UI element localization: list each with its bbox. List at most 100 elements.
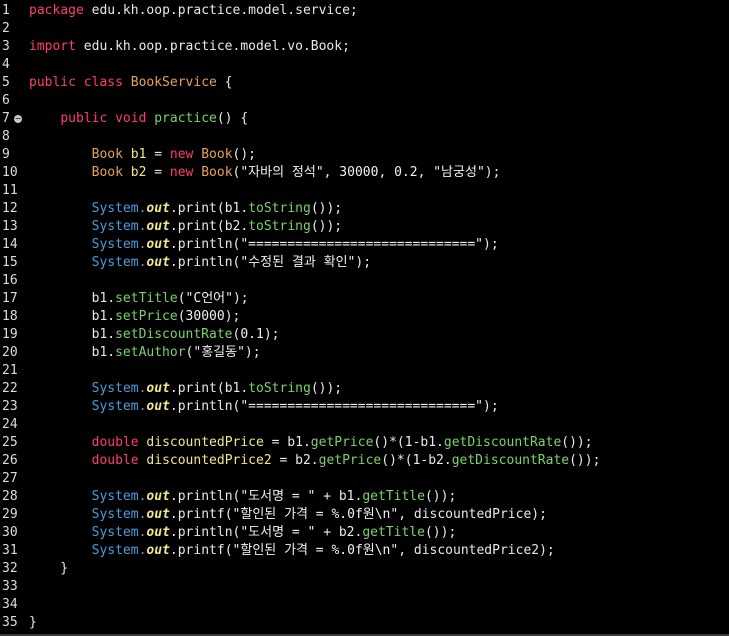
code-token: ()); bbox=[310, 219, 343, 234]
code-token: setAuthor bbox=[115, 345, 186, 360]
line-number: 8 bbox=[2, 129, 10, 144]
code-token: "=============================" bbox=[240, 237, 483, 252]
line-number: 27 bbox=[2, 471, 18, 486]
code-line[interactable] bbox=[29, 128, 729, 146]
code-editor[interactable]: 1 2 3 4 5 6 7−8 9 10 11 12 13 14 15 16 17 18 19 20 21 22 23 24… bbox=[0, 0, 729, 636]
code-line[interactable] bbox=[29, 92, 729, 110]
code-token: new bbox=[169, 165, 202, 180]
code-token: 30000 bbox=[339, 165, 379, 180]
code-token: BookService bbox=[130, 75, 217, 90]
code-line[interactable]: b1.setAuthor("홍길동"); bbox=[29, 344, 729, 362]
code-token: println bbox=[177, 489, 233, 504]
code-line[interactable] bbox=[29, 362, 729, 380]
code-token: practice bbox=[154, 111, 217, 126]
code-line[interactable] bbox=[29, 272, 729, 290]
code-token: "수정된 결과 확인" bbox=[240, 255, 356, 270]
code-token: "도서명 = " bbox=[240, 489, 316, 504]
code-token: "할인된 가격 = %.0f원\n" bbox=[232, 507, 399, 522]
line-number: 24 bbox=[2, 417, 18, 432]
code-line[interactable]: System.out.println("도서명 = " + b2.getTitl… bbox=[29, 524, 729, 542]
code-line[interactable] bbox=[29, 596, 729, 614]
code-token: "남궁성" bbox=[433, 165, 485, 180]
code-token: ()*( bbox=[373, 435, 405, 450]
line-number: 3 bbox=[2, 39, 10, 54]
line-number: 35 bbox=[2, 615, 18, 630]
code-line[interactable]: System.out.println("도서명 = " + b1.getTitl… bbox=[29, 488, 729, 506]
code-line[interactable]: System.out.print(b1.toString()); bbox=[29, 200, 729, 218]
code-line[interactable]: } bbox=[29, 560, 729, 578]
code-token: Book bbox=[201, 165, 233, 180]
code-line[interactable]: b1.setTitle("C언어"); bbox=[29, 290, 729, 308]
line-number: 19 bbox=[2, 327, 18, 342]
code-line[interactable] bbox=[29, 56, 729, 74]
code-token: System. bbox=[91, 237, 147, 252]
code-token: = b1. bbox=[263, 435, 311, 450]
code-token: out bbox=[146, 219, 170, 234]
code-area[interactable]: package edu.kh.oop.practice.model.servic… bbox=[29, 2, 729, 632]
code-line[interactable]: System.out.println("====================… bbox=[29, 236, 729, 254]
line-number: 16 bbox=[2, 273, 18, 288]
code-line[interactable]: double discountedPrice2 = b2.getPrice()*… bbox=[29, 452, 729, 470]
code-token: ); bbox=[263, 327, 280, 342]
code-line[interactable]: double discountedPrice = b1.getPrice()*(… bbox=[29, 434, 729, 452]
code-token: "홍길동" bbox=[193, 345, 245, 360]
line-number: 6 bbox=[2, 93, 10, 108]
code-line[interactable]: System.out.printf("할인된 가격 = %.0f원\n", di… bbox=[29, 506, 729, 524]
code-token: print bbox=[177, 219, 217, 234]
code-token: setTitle bbox=[115, 291, 178, 306]
code-token: toString bbox=[248, 219, 311, 234]
code-token: . bbox=[169, 219, 178, 234]
code-line[interactable]: package edu.kh.oop.practice.model.servic… bbox=[29, 2, 729, 20]
code-line[interactable] bbox=[29, 20, 729, 38]
code-token: out bbox=[146, 237, 170, 252]
code-line[interactable]: b1.setPrice(30000); bbox=[29, 308, 729, 326]
line-number: 2 bbox=[2, 21, 10, 36]
code-line[interactable]: import edu.kh.oop.practice.model.vo.Book… bbox=[29, 38, 729, 56]
code-line[interactable] bbox=[29, 416, 729, 434]
code-token: System. bbox=[91, 543, 147, 558]
line-number: 23 bbox=[2, 399, 18, 414]
code-line[interactable] bbox=[29, 182, 729, 200]
code-token: System. bbox=[91, 219, 147, 234]
line-number: 25 bbox=[2, 435, 18, 450]
line-number: 13 bbox=[2, 219, 18, 234]
line-number: 1 bbox=[2, 3, 10, 18]
code-token: , discountedPrice); bbox=[398, 507, 547, 522]
code-line[interactable]: System.out.printf("할인된 가격 = %.0f원\n", di… bbox=[29, 542, 729, 560]
code-line[interactable]: public void practice() { bbox=[29, 110, 729, 128]
code-token: println bbox=[177, 237, 233, 252]
code-line[interactable]: public class BookService { bbox=[29, 74, 729, 92]
code-token: getDiscountRate bbox=[443, 435, 562, 450]
code-token: ()); bbox=[424, 525, 457, 540]
code-token: b1. bbox=[29, 327, 116, 342]
code-line[interactable]: System.out.print(b1.toString()); bbox=[29, 380, 729, 398]
code-token: (b1. bbox=[216, 201, 249, 216]
code-line[interactable] bbox=[29, 470, 729, 488]
line-number: 12 bbox=[2, 201, 18, 216]
code-token: getTitle bbox=[362, 489, 425, 504]
code-token: ( bbox=[224, 507, 233, 522]
code-line[interactable]: Book b1 = new Book(); bbox=[29, 146, 729, 164]
code-line[interactable]: System.out.println("수정된 결과 확인"); bbox=[29, 254, 729, 272]
code-line[interactable]: System.out.println("====================… bbox=[29, 398, 729, 416]
code-token: toString bbox=[248, 201, 311, 216]
code-line[interactable]: } bbox=[29, 614, 729, 632]
code-token: println bbox=[177, 255, 233, 270]
line-number: 5 bbox=[2, 75, 10, 90]
code-line[interactable]: System.out.print(b2.toString()); bbox=[29, 218, 729, 236]
code-token: , discountedPrice2); bbox=[398, 543, 555, 558]
code-token: System. bbox=[91, 489, 147, 504]
fold-collapse-icon[interactable]: − bbox=[14, 115, 22, 123]
code-token: System. bbox=[91, 525, 147, 540]
line-number: 10 bbox=[2, 165, 18, 180]
code-line[interactable]: Book b2 = new Book("자바의 정석", 30000, 0.2,… bbox=[29, 164, 729, 182]
code-line[interactable]: b1.setDiscountRate(0.1); bbox=[29, 326, 729, 344]
line-number: 22 bbox=[2, 381, 18, 396]
code-line[interactable] bbox=[29, 578, 729, 596]
line-number: 14 bbox=[2, 237, 18, 252]
